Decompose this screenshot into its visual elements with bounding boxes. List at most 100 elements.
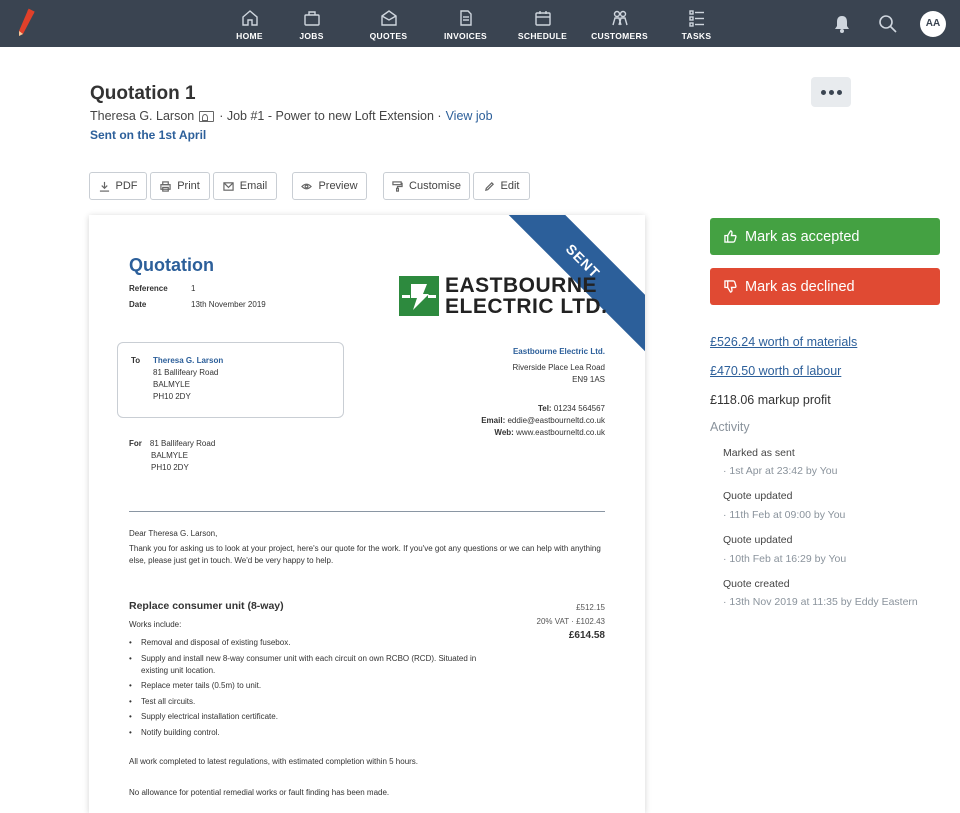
document-title: Quotation [129,255,214,275]
site-address-line: PH10 2DY [151,463,189,472]
mark-declined-button[interactable]: Mark as declined [710,268,940,305]
nav-right: AA [832,0,946,47]
total-amount: £614.58 [568,630,605,641]
list-item: Replace meter tails (0.5m) to unit. [129,680,489,692]
nav-jobs[interactable]: JOBS [273,0,350,47]
page-title: Quotation 1 [90,83,196,104]
completion-note: All work completed to latest regulations… [129,757,419,766]
company-logo-text: EASTBOURNE ELECTRIC LTD. [445,274,608,318]
more-options-button[interactable] [811,77,851,107]
nav-menu: HOME JOBS QUOTES INVOICES SCHEDULE CUSTO… [226,0,735,47]
pencil-icon [484,181,494,191]
site-address-line: BALMYLE [151,451,188,460]
calendar-icon [534,11,551,26]
pdf-label: PDF [115,180,138,192]
nav-schedule[interactable]: SCHEDULE [504,0,581,47]
thumbs-up-icon [724,230,737,243]
works-include-label: Works include: [129,620,182,629]
nav-label: CUSTOMERS [591,31,648,41]
line-item-title: Replace consumer unit (8-way) [129,600,284,612]
quote-subline: Theresa G. Larson · Job #1 - Power to ne… [90,109,493,123]
paint-roller-icon [392,180,403,192]
customise-button[interactable]: Customise [383,172,470,200]
sender-tel: Tel: 01234 564567 [537,404,605,413]
pdf-button[interactable]: PDF [89,172,147,200]
contact-card-icon[interactable] [199,110,215,122]
subtotal: £512.15 [576,603,605,612]
customise-label: Customise [409,180,461,192]
markup-profit: £118.06 markup profit [710,393,831,407]
company-logo: EASTBOURNE ELECTRIC LTD. [399,275,607,317]
customers-icon [611,10,628,26]
nav-label: SCHEDULE [517,31,568,41]
job-text: · Job #1 - Power to new Loft Extension · [219,109,442,123]
edit-button[interactable]: Edit [473,172,530,200]
preview-button[interactable]: Preview [292,172,367,200]
materials-link[interactable]: £526.24 worth of materials [710,335,857,349]
sender-address-line: Riverside Place Lea Road [512,363,606,372]
labour-link[interactable]: £470.50 worth of labour [710,364,841,378]
sender-web: Web: www.eastbourneltd.co.uk [494,428,605,437]
nav-label: HOME [236,31,263,41]
activity-meta: · 10th Feb at 16:29 by You [723,553,847,565]
edit-label: Edit [500,180,520,192]
nav-label: QUOTES [369,31,408,41]
activity-title: Quote updated [723,490,793,502]
print-button[interactable]: Print [150,172,210,200]
home-icon [241,10,258,26]
sender-email: Email: eddie@eastbourneltd.co.uk [481,416,605,425]
activity-title: Quote created [723,578,790,590]
list-item: Notify building control. [129,727,489,739]
activity-meta: · 1st Apr at 23:42 by You [723,465,838,477]
activity-title: Marked as sent [723,447,795,459]
customer-name: Theresa G. Larson [90,109,195,123]
to-label: To [131,356,141,365]
nav-tasks[interactable]: TASKS [658,0,735,47]
eye-icon [301,183,313,189]
tasks-icon [688,10,704,27]
recipient-address-line: 81 Ballifeary Road [153,368,219,377]
sender-company: Eastbourne Electric Ltd. [512,347,605,356]
site-address: For 81 Ballifeary Road [129,439,216,448]
email-button[interactable]: Email [213,172,277,200]
nav-customers[interactable]: CUSTOMERS [581,0,658,47]
nav-label: TASKS [681,31,712,41]
top-nav: HOME JOBS QUOTES INVOICES SCHEDULE CUSTO… [0,0,960,47]
printer-icon [160,180,171,192]
list-item: Supply electrical installation certifica… [129,711,489,723]
recipient-address-line: BALMYLE [153,380,190,389]
recipient-address-line: PH10 2DY [153,392,191,401]
mark-accepted-button[interactable]: Mark as accepted [710,218,940,255]
list-item: Test all circuits. [129,696,489,708]
accept-label: Mark as accepted [745,228,860,245]
reference-row: Reference 1 [129,284,196,293]
nav-home[interactable]: HOME [226,0,273,47]
avatar[interactable]: AA [920,10,946,37]
quotes-icon [380,10,397,26]
intro-text: Thank you for asking us to look at your … [129,544,601,565]
view-job-link[interactable]: View job [446,109,493,123]
nav-quotes[interactable]: QUOTES [350,0,427,47]
jobs-icon [303,11,320,26]
decline-label: Mark as declined [745,278,855,295]
list-item: Supply and install new 8-way consumer un… [129,653,489,677]
recipient-name: Theresa G. Larson [153,356,224,365]
activity-meta: · 11th Feb at 09:00 by You [723,509,846,521]
download-icon [99,181,109,192]
nav-label: INVOICES [443,31,488,41]
nav-label: JOBS [299,31,324,41]
pencil-logo-icon[interactable] [14,8,38,38]
allowance-note: No allowance for potential remedial work… [129,788,390,797]
activity-meta: · 13th Nov 2019 at 11:35 by Eddy Eastern [723,596,918,608]
invoices-icon [459,10,472,26]
search-icon[interactable] [878,14,898,34]
greeting: Dear Theresa G. Larson, [129,529,218,538]
nav-invoices[interactable]: INVOICES [427,0,504,47]
lightning-logo-icon [399,276,439,316]
email-label: Email [239,180,268,192]
envelope-icon [223,181,234,191]
thumbs-down-icon [724,280,737,293]
bell-icon[interactable] [832,14,852,34]
preview-label: Preview [318,180,358,192]
recipient-box: To Theresa G. Larson 81 Ballifeary Road … [117,342,344,418]
